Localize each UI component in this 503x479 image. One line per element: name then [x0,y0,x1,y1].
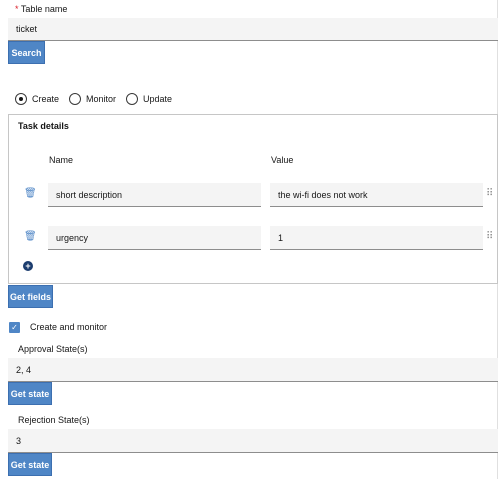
radio-monitor-label: Monitor [86,94,117,104]
row-name-input[interactable]: short description [48,183,261,207]
radio-unchecked-icon[interactable] [69,93,82,105]
radio-create[interactable]: Create [15,93,59,105]
radio-unchecked-icon[interactable] [126,93,139,105]
get-rejection-state-button[interactable]: Get state [8,453,52,476]
column-header-name: Name [49,155,74,165]
approval-state-input[interactable]: 2, 4 [8,358,498,382]
column-header-value: Value [271,155,294,165]
row-value-input[interactable]: 1 [270,226,483,250]
row-name-input[interactable]: urgency [48,226,261,250]
rejection-state-label: Rejection State(s) [18,415,90,425]
table-name-label: * Table name [15,4,67,14]
radio-update-label: Update [143,94,173,104]
drag-handle-icon[interactable]: ⠿ [486,188,493,199]
search-button[interactable]: Search [8,41,45,64]
checkmark-icon[interactable]: ✓ [9,322,20,333]
table-name-input[interactable]: ticket [8,18,498,41]
radio-monitor[interactable]: Monitor [69,93,116,105]
approval-state-label: Approval State(s) [18,344,88,354]
row-value-input[interactable]: the wi-fi does not work [270,183,483,207]
radio-update[interactable]: Update [126,93,172,105]
trash-icon[interactable]: 🗑 [24,231,37,242]
radio-checked-icon[interactable] [15,93,27,105]
task-details-title: Task details [18,121,69,131]
get-fields-button[interactable]: Get fields [8,285,53,308]
rejection-state-input[interactable]: 3 [8,429,498,453]
add-circle-icon[interactable]: + [23,261,33,271]
table-name-label-text: Table name [20,4,68,14]
get-approval-state-button[interactable]: Get state [8,382,52,405]
drag-handle-icon[interactable]: ⠿ [486,231,493,242]
required-mark: * [15,4,19,14]
create-and-monitor-label: Create and monitor [30,322,108,332]
radio-create-label: Create [32,94,60,104]
trash-icon[interactable]: 🗑 [24,188,37,199]
mode-radio-group: Create Monitor Update [15,93,182,105]
